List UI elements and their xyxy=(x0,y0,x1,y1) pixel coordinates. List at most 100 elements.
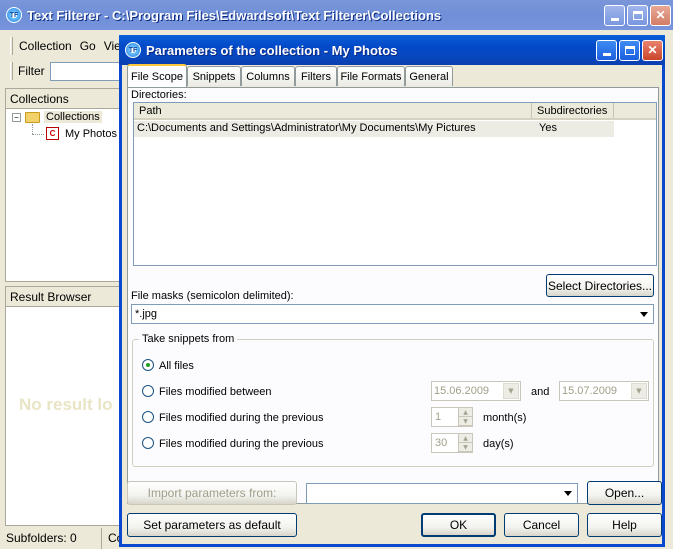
and-label: and xyxy=(531,386,550,398)
tree-item-my-photos[interactable]: C My Photos xyxy=(46,127,117,140)
spin-up-icon[interactable]: ▲ xyxy=(459,434,472,443)
date-to-picker[interactable]: 15.07.2009 ▼ xyxy=(559,381,649,401)
tree-item-label: Collections xyxy=(44,111,102,123)
radio-all-files-label[interactable]: All files xyxy=(159,360,194,372)
close-icon: ✕ xyxy=(647,43,658,57)
months-spin[interactable]: ▲ ▼ xyxy=(458,408,472,426)
snippets-group: Take snippets from All files Files modif… xyxy=(132,333,654,467)
menu-go[interactable]: Go xyxy=(80,39,96,53)
dialog-close-button[interactable]: ✕ xyxy=(642,39,663,61)
tab-panel: Directories: Path Subdirectories C:\Docu… xyxy=(127,87,659,504)
spin-down-icon[interactable]: ▼ xyxy=(459,417,472,426)
date-from-dropdown-icon[interactable]: ▼ xyxy=(503,383,519,399)
filter-toolbar: Filter xyxy=(4,60,124,82)
file-masks-dropdown-button[interactable] xyxy=(636,306,652,322)
file-masks-input[interactable]: *.jpg xyxy=(135,308,157,320)
dialog-maximize-button[interactable] xyxy=(619,39,640,61)
toolbar-grip-icon xyxy=(10,62,13,80)
row-subdirs: Yes xyxy=(532,121,614,137)
dialog-app-icon: TF xyxy=(125,42,141,58)
status-subfolders: Subfolders: 0 xyxy=(0,528,102,549)
directories-label: Directories: xyxy=(131,89,187,101)
radio-all-files[interactable] xyxy=(142,359,154,371)
days-stepper[interactable]: 30 ▲ ▼ xyxy=(431,433,473,453)
maximize-icon xyxy=(632,10,643,20)
tree-item-label: My Photos xyxy=(65,127,117,140)
tree-line xyxy=(32,124,33,134)
radio-modified-months-label[interactable]: Files modified during the previous xyxy=(159,412,323,424)
select-directories-button[interactable]: Select Directories... xyxy=(546,274,654,297)
filter-label: Filter xyxy=(18,64,45,78)
tab-general[interactable]: General xyxy=(405,66,453,86)
list-header: Path Subdirectories xyxy=(134,103,656,120)
help-button[interactable]: Help xyxy=(587,513,662,537)
import-source-combo[interactable] xyxy=(306,483,578,504)
open-button[interactable]: Open... xyxy=(587,481,662,505)
snippets-group-label: Take snippets from xyxy=(139,333,238,345)
result-browser-header: Result Browser xyxy=(6,287,122,307)
tab-columns[interactable]: Columns xyxy=(241,66,295,86)
menu-bar: Collection Go Vie xyxy=(4,34,124,58)
days-label: day(s) xyxy=(483,438,514,450)
column-header-subdirectories[interactable]: Subdirectories xyxy=(532,103,614,118)
import-source-dropdown-button[interactable] xyxy=(560,485,576,502)
months-label: month(s) xyxy=(483,412,527,424)
date-to-value: 15.07.2009 xyxy=(562,385,618,397)
main-window-title: Text Filterer - C:\Program Files\Edwards… xyxy=(27,7,442,23)
date-from-value: 15.06.2009 xyxy=(434,385,490,397)
radio-modified-months[interactable] xyxy=(142,411,154,423)
spin-down-icon[interactable]: ▼ xyxy=(459,443,472,452)
file-masks-combo[interactable]: *.jpg xyxy=(131,304,654,324)
column-header-path[interactable]: Path xyxy=(134,103,532,118)
filter-input[interactable] xyxy=(49,61,124,81)
tab-strip: File Scope Snippets Columns Filters File… xyxy=(127,64,657,88)
radio-modified-days[interactable] xyxy=(142,437,154,449)
minimize-button[interactable] xyxy=(604,4,625,26)
dialog-title: Parameters of the collection - My Photos xyxy=(146,42,398,58)
months-value: 1 xyxy=(435,411,442,423)
close-button[interactable]: ✕ xyxy=(650,4,671,26)
tree-line xyxy=(32,134,44,135)
ok-button[interactable]: OK xyxy=(421,513,496,537)
collections-header: Collections xyxy=(6,89,122,109)
minimize-icon xyxy=(602,52,611,56)
menu-collection[interactable]: Collection xyxy=(19,39,72,53)
set-default-button[interactable]: Set parameters as default xyxy=(127,513,297,537)
folder-icon xyxy=(25,111,40,123)
parameters-dialog: TF Parameters of the collection - My Pho… xyxy=(119,35,665,547)
directories-list[interactable]: Path Subdirectories C:\Documents and Set… xyxy=(133,102,657,266)
date-from-picker[interactable]: 15.06.2009 ▼ xyxy=(431,381,521,401)
collections-pane: Collections − Collections C My Photos xyxy=(5,88,123,282)
spin-up-icon[interactable]: ▲ xyxy=(459,408,472,417)
dialog-titlebar[interactable]: TF Parameters of the collection - My Pho… xyxy=(119,35,665,65)
table-row[interactable]: C:\Documents and Settings\Administrator\… xyxy=(134,121,656,137)
radio-modified-days-label[interactable]: Files modified during the previous xyxy=(159,438,323,450)
close-icon: ✕ xyxy=(655,8,666,22)
days-spin[interactable]: ▲ ▼ xyxy=(458,434,472,452)
tab-file-formats[interactable]: File Formats xyxy=(337,66,405,86)
chevron-down-icon xyxy=(640,311,648,317)
tree-collapse-icon[interactable]: − xyxy=(12,112,21,122)
main-titlebar[interactable]: TF Text Filterer - C:\Program Files\Edwa… xyxy=(0,0,673,30)
row-path: C:\Documents and Settings\Administrator\… xyxy=(134,121,532,137)
tab-file-scope[interactable]: File Scope xyxy=(127,64,187,87)
menu-grip-icon xyxy=(10,37,13,55)
tab-filters[interactable]: Filters xyxy=(295,66,337,86)
days-value: 30 xyxy=(435,437,448,449)
import-parameters-button[interactable]: Import parameters from: xyxy=(127,481,297,505)
collection-icon: C xyxy=(46,127,59,140)
tree-item-collections[interactable]: − Collections xyxy=(12,111,102,123)
app-icon: TF xyxy=(6,7,22,23)
radio-modified-between[interactable] xyxy=(142,385,154,397)
radio-modified-between-label[interactable]: Files modified between xyxy=(159,386,272,398)
tab-snippets[interactable]: Snippets xyxy=(187,66,241,86)
months-stepper[interactable]: 1 ▲ ▼ xyxy=(431,407,473,427)
dialog-minimize-button[interactable] xyxy=(596,39,617,61)
date-to-dropdown-icon[interactable]: ▼ xyxy=(631,383,647,399)
cancel-button[interactable]: Cancel xyxy=(504,513,579,537)
maximize-button[interactable] xyxy=(627,4,648,26)
no-result-text: No result lo xyxy=(19,395,113,414)
minimize-icon xyxy=(610,17,619,21)
file-masks-label: File masks (semicolon delimited): xyxy=(131,290,294,302)
maximize-icon xyxy=(624,45,635,55)
